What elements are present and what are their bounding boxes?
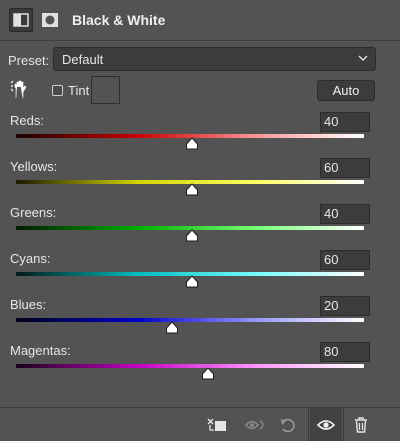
slider-value-input[interactable]: 40 <box>320 204 370 224</box>
slider-track[interactable] <box>16 364 364 368</box>
view-previous-state-icon <box>245 420 264 430</box>
slider-value-input[interactable]: 40 <box>320 112 370 132</box>
panel-title: Black & White <box>72 12 166 28</box>
chevron-down-icon <box>358 55 368 62</box>
reset-button[interactable] <box>272 408 304 441</box>
slider-value-input[interactable]: 60 <box>320 158 370 178</box>
tint-checkbox[interactable] <box>52 85 63 96</box>
slider-thumb[interactable] <box>185 275 199 288</box>
tint-color-swatch[interactable] <box>91 76 120 104</box>
visibility-toggle-button[interactable] <box>310 408 342 441</box>
trash-icon <box>355 417 367 433</box>
slider-track[interactable] <box>16 318 364 322</box>
slider-thumb[interactable] <box>185 183 199 196</box>
auto-button[interactable]: Auto <box>317 80 375 101</box>
slider-label: Cyans: <box>10 251 51 266</box>
preset-dropdown[interactable]: Default <box>53 47 376 71</box>
layer-mask-icon[interactable] <box>38 8 62 32</box>
view-previous-state-button[interactable] <box>238 408 270 441</box>
tint-label: Tint <box>68 83 90 98</box>
slider-thumb[interactable] <box>201 367 215 380</box>
preset-label: Preset: <box>8 53 50 68</box>
clip-to-layer-icon <box>207 418 226 431</box>
panel-header: Black & White <box>0 0 400 41</box>
clip-to-layer-button[interactable] <box>200 408 232 441</box>
adjustment-layer-icon[interactable] <box>9 8 33 32</box>
footer-divider <box>308 408 309 441</box>
slider-thumb[interactable] <box>185 229 199 242</box>
slider-label: Yellows: <box>10 159 58 174</box>
preset-value: Default <box>62 52 104 67</box>
reset-icon <box>281 418 295 433</box>
targeted-adjustment-hand-icon[interactable] <box>10 78 30 100</box>
panel-footer <box>0 407 400 441</box>
slider-thumb[interactable] <box>165 321 179 334</box>
slider-value-input[interactable]: 80 <box>320 342 370 362</box>
slider-label: Magentas: <box>10 343 71 358</box>
slider-label: Greens: <box>10 205 57 220</box>
slider-label: Reds: <box>10 113 44 128</box>
slider-value-input[interactable]: 60 <box>320 250 370 270</box>
slider-label: Blues: <box>10 297 47 312</box>
slider-value-input[interactable]: 20 <box>320 296 370 316</box>
delete-button[interactable] <box>345 408 377 441</box>
footer-divider <box>343 408 344 441</box>
visibility-eye-icon <box>316 420 336 430</box>
slider-thumb[interactable] <box>185 137 199 150</box>
